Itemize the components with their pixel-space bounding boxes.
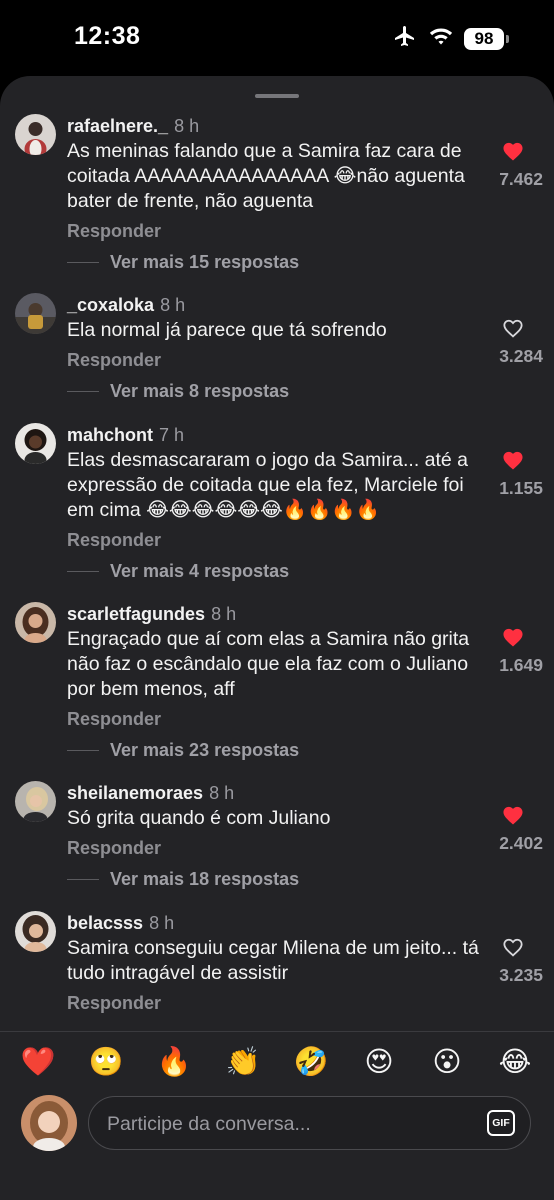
avatar[interactable]	[15, 781, 56, 822]
reply-button[interactable]: Responder	[67, 836, 161, 860]
comment-text: Engraçado que aí com elas a Samira não g…	[67, 628, 470, 700]
username[interactable]: sheilanemoraes	[67, 783, 203, 803]
reply-button[interactable]: Responder	[67, 707, 161, 731]
reply-button[interactable]: Responder	[67, 348, 161, 372]
composer-area: ❤️ 🙄 🔥 👏 🤣 😍 😮 😂 GIF	[0, 1031, 554, 1200]
comment-time: 8 h	[174, 116, 200, 136]
emoji-clap[interactable]: 👏	[225, 1044, 261, 1080]
comment-time: 8 h	[209, 783, 235, 803]
heart-outline-icon	[503, 938, 523, 957]
view-more-replies[interactable]: Ver mais 23 respostas	[110, 738, 299, 762]
like-count: 3.235	[499, 965, 543, 985]
username[interactable]: scarletfagundes	[67, 604, 205, 624]
view-more-replies[interactable]: Ver mais 4 respostas	[110, 559, 289, 583]
comment-header: rafaelnere._ 8 h	[67, 114, 199, 138]
view-more-replies[interactable]: Ver mais 15 respostas	[110, 250, 299, 274]
gif-button[interactable]: GIF	[487, 1110, 515, 1136]
heart-filled-icon	[503, 142, 523, 161]
reply-button[interactable]: Responder	[67, 219, 161, 243]
avatar[interactable]	[15, 602, 56, 643]
reply-button[interactable]: Responder	[67, 528, 161, 552]
username[interactable]: rafaelnere._	[67, 116, 168, 136]
comment-header: mahchont 7 h	[67, 423, 184, 447]
comment-header: belacsss 8 h	[67, 911, 174, 935]
like-button[interactable]: 1.649	[483, 627, 543, 677]
wifi-icon	[428, 26, 454, 51]
divider	[67, 750, 99, 751]
like-count: 3.284	[499, 346, 543, 366]
view-more-replies[interactable]: Ver mais 18 respostas	[110, 867, 299, 891]
status-time: 12:38	[74, 22, 141, 50]
comment-text: Samira conseguiu cegar Milena de um jeit…	[67, 937, 479, 984]
view-more-replies[interactable]: Ver mais 8 respostas	[110, 379, 289, 403]
comment-text: Elas desmascararam o jogo da Samira... a…	[67, 449, 469, 521]
comment-time: 7 h	[159, 425, 185, 445]
comment-input[interactable]	[105, 1097, 469, 1151]
heart-filled-icon	[503, 451, 523, 470]
divider	[67, 391, 99, 392]
comments-list: rafaelnere._ 8 h As meninas falando que a…	[0, 76, 554, 1031]
emoji-heart-eyes[interactable]: 😍	[361, 1044, 397, 1080]
avatar[interactable]	[15, 114, 56, 155]
username[interactable]: belacsss	[67, 913, 143, 933]
like-button[interactable]: 7.462	[483, 141, 543, 191]
emoji-surprised[interactable]: 😮	[429, 1044, 465, 1080]
comment-header: _coxaloka 8 h	[67, 293, 185, 317]
like-count: 1.649	[499, 655, 543, 675]
comment-header: sheilanemoraes 8 h	[67, 781, 234, 805]
airplane-icon	[392, 24, 418, 53]
like-button[interactable]: 3.235	[483, 937, 543, 987]
comment-text: Ela normal já parece que tá sofrendo	[67, 319, 387, 341]
emoji-laughing[interactable]: 😂	[497, 1044, 533, 1080]
divider	[67, 262, 99, 263]
heart-filled-icon	[503, 628, 523, 647]
emoji-heart[interactable]: ❤️	[20, 1044, 56, 1080]
comment-time: 8 h	[160, 295, 186, 315]
comments-sheet: rafaelnere._ 8 h As meninas falando que a…	[0, 76, 554, 1200]
status-bar: 12:38 98	[0, 0, 554, 76]
emoji-eye-roll[interactable]: 🙄	[88, 1044, 124, 1080]
reply-button[interactable]: Responder	[67, 991, 161, 1015]
like-button[interactable]: 2.402	[483, 805, 543, 855]
comment-input-box[interactable]: GIF	[88, 1096, 531, 1151]
screen: 12:38 98 rafaelnere._ 8 h As meninas fal…	[0, 0, 554, 1200]
heart-filled-icon	[503, 806, 523, 825]
divider	[67, 879, 99, 880]
comment-time: 8 h	[211, 604, 237, 624]
comment-time: 8 h	[149, 913, 175, 933]
like-count: 2.402	[499, 833, 543, 853]
comment-text: Só grita quando é com Juliano	[67, 807, 331, 829]
comment-header: scarletfagundes 8 h	[67, 602, 236, 626]
avatar[interactable]	[15, 911, 56, 952]
avatar[interactable]	[15, 423, 56, 464]
heart-outline-icon	[503, 319, 523, 338]
current-user-avatar[interactable]	[21, 1095, 77, 1151]
battery-icon: 98	[464, 27, 509, 50]
emoji-fire[interactable]: 🔥	[156, 1044, 192, 1080]
username[interactable]: mahchont	[67, 425, 153, 445]
like-button[interactable]: 1.155	[483, 450, 543, 500]
like-count: 7.462	[499, 169, 543, 189]
quick-emoji-bar: ❤️ 🙄 🔥 👏 🤣 😍 😮 😂	[0, 1044, 554, 1084]
avatar[interactable]	[15, 293, 56, 334]
emoji-rofl[interactable]: 🤣	[293, 1044, 329, 1080]
divider	[67, 571, 99, 572]
like-button[interactable]: 3.284	[483, 318, 543, 368]
username[interactable]: _coxaloka	[67, 295, 154, 315]
like-count: 1.155	[499, 478, 543, 498]
comment-text: As meninas falando que a Samira faz cara…	[67, 140, 465, 212]
status-icons: 98	[392, 24, 509, 53]
